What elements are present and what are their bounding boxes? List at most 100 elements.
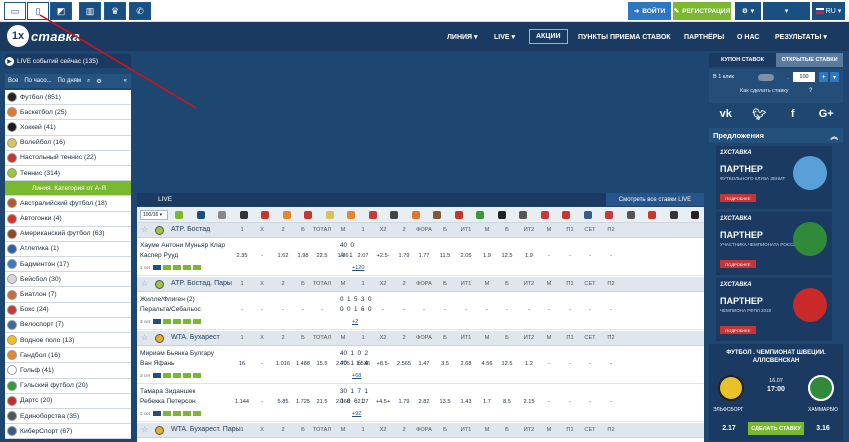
odds-cell[interactable]: 1.79 [394,253,414,259]
odds-cell[interactable]: 1.86 [333,253,353,259]
odds-cell[interactable]: - [252,399,272,405]
sidebar-sport-item[interactable]: Бейсбол (30) [5,272,131,288]
match-row[interactable]: Жилле/Флиген (2) Перальта/Себальос 0 1 5 3… [137,293,704,330]
odds-cell[interactable]: 1.43 [456,399,476,405]
odds-cell[interactable]: - [435,307,455,313]
odds-cell[interactable]: 21.5 [312,399,332,405]
favorite-star-icon[interactable]: ☆ [141,225,148,234]
see-all-live-button[interactable]: Смотреть все ставки LIVE [606,193,704,206]
promo-more-button[interactable]: ПОДРОБНЕЕ [720,326,756,334]
league-row[interactable]: ☆ WTA. Бухарест. Пары 1 X 2 Б ТОТАЛ М 1 Х2 2 ФОРА Б И… [137,423,704,438]
sidebar-sport-item[interactable]: Дартс (20) [5,393,131,409]
odds-cell[interactable]: - [273,307,293,313]
phone-icon[interactable]: ✆ [129,2,151,20]
sport-filter-icon[interactable] [196,211,205,219]
odds-cell[interactable]: +2.5- [373,253,393,259]
sport-filter-icon[interactable] [411,211,420,219]
team-name[interactable]: Каспер Рууд [140,252,178,259]
odd2-button[interactable]: 3.16 [806,422,840,435]
team-name[interactable]: Мириам Бьянка Булгару [140,350,214,357]
odds-cell[interactable]: 2.705 [333,361,353,367]
promo-more-button[interactable]: ПОДРОБНЕЕ [720,194,756,202]
odds-cell[interactable]: 13.5 [435,399,455,405]
stats-icon[interactable] [192,265,201,270]
chart-icon[interactable]: ▥ [79,2,101,20]
sidebar-sport-item[interactable]: Волейбол (16) [5,135,131,151]
nav-partners[interactable]: ПАРТНЁРЫ [684,30,724,44]
match-row[interactable]: Мириам Бьянка Булгару Ван Яфань 40 1 0 2 40… [137,347,704,384]
odds-cell[interactable]: - [601,361,621,367]
sidebar-sport-item[interactable]: Гандбол (16) [5,348,131,364]
odds-cell[interactable]: 3.5 [435,361,455,367]
odds-cell[interactable]: - [560,253,580,259]
monitor-icon[interactable]: ▭ [4,2,26,20]
search-icon[interactable]: ⌕ [87,78,90,85]
odds-cell[interactable]: 2.565 [394,361,414,367]
trophy-icon[interactable]: ♛ [104,2,126,20]
odds-cell[interactable]: - [394,307,414,313]
sidebar-sport-item[interactable]: Бокс (24) [5,302,131,318]
nav-results[interactable]: РЕЗУЛЬТАТЫ ▾ [775,30,827,44]
odds-cell[interactable]: - [560,361,580,367]
odds-cell[interactable]: 2.15 [519,399,539,405]
league-row[interactable]: ☆ ATP. Бостад 1 X 2 Б ТОТАЛ М 1 Х2 2 ФОРА Б ИТ1 М Б ИТ2 М… [137,223,704,238]
odds-cell[interactable]: 2.07 [353,253,373,259]
sidebar-sport-item[interactable]: Настольный теннис (22) [5,150,131,166]
favorite-star-icon[interactable]: ☆ [141,425,148,434]
odds-cell[interactable]: 1.9 [477,253,497,259]
sidebar-sport-item[interactable]: Хоккей (41) [5,120,131,136]
odds-cell[interactable]: 2.168 [333,399,353,405]
odds-cell[interactable]: 22.5 [312,253,332,259]
odds-cell[interactable]: 8.5 [497,399,517,405]
odds-cell[interactable]: - [353,307,373,313]
sport-filter-icon[interactable] [669,211,678,219]
settings-button[interactable]: ⚙ ▾ [735,2,761,20]
one-click-toggle[interactable] [758,74,774,81]
sport-filter-icon[interactable] [347,211,355,219]
sport-filter-icon[interactable] [390,211,398,219]
more-bets-link[interactable]: +120 [352,265,364,271]
facebook-icon[interactable]: f [776,103,810,125]
odds-cell[interactable]: - [580,361,600,367]
odds-cell[interactable]: 1.016 [273,361,293,367]
odds-cell[interactable]: 1.47 [414,361,434,367]
sport-filter-icon[interactable] [325,211,334,219]
odds-cell[interactable]: 1.9 [519,253,539,259]
sidebar-sport-item[interactable]: Гэльский футбол (20) [5,378,131,394]
vk-icon[interactable]: vk [709,103,743,125]
odds-cell[interactable]: - [252,253,272,259]
odds-cell[interactable]: - [333,307,353,313]
more-bets-link[interactable]: +2 [352,319,358,325]
nav-live[interactable]: LIVE ▾ [494,30,515,44]
sport-filter-icon[interactable] [497,211,506,219]
stats-icon[interactable] [192,319,201,324]
stats-icon[interactable] [152,411,161,416]
mobile-icon[interactable]: ▯ [27,2,49,20]
odds-cell[interactable]: 16 [232,361,252,367]
sidebar-sport-item[interactable]: Бадминтон (17) [5,257,131,273]
odds-cell[interactable]: - [252,307,272,313]
filter-hours[interactable]: По часо... [24,78,51,84]
odds-cell[interactable]: - [373,307,393,313]
sport-filter-icon[interactable] [454,211,463,219]
team-name[interactable]: Ван Яфань [140,360,174,367]
odds-cell[interactable]: - [601,399,621,405]
odds-cell[interactable]: 1.79 [394,399,414,405]
odds-cell[interactable]: - [519,307,539,313]
help-icon[interactable]: ? [809,88,812,94]
stats-icon[interactable] [192,373,201,378]
odds-cell[interactable]: +8.5- [373,361,393,367]
stats-icon[interactable] [162,411,171,416]
stats-icon[interactable] [182,319,191,324]
odds-cell[interactable]: 1.98 [293,253,313,259]
stats-icon[interactable] [192,411,201,416]
odds-cell[interactable]: 1.2 [519,361,539,367]
sidebar-sport-item[interactable]: Футбол (851) [5,90,131,106]
team-name[interactable]: Перальта/Себальос [140,306,201,313]
promo-banner[interactable]: 1XСТАВКА ПАРТНЕР ЧЕМПИОНА РФПЛ 2018 ПОДРОБН… [716,278,832,341]
odds-cell[interactable]: - [601,307,621,313]
stats-icon[interactable] [162,265,171,270]
odds-cell[interactable]: - [414,307,434,313]
how-to-bet-link[interactable]: Как сделать ставку [740,88,789,94]
odds-cell[interactable]: - [539,253,559,259]
